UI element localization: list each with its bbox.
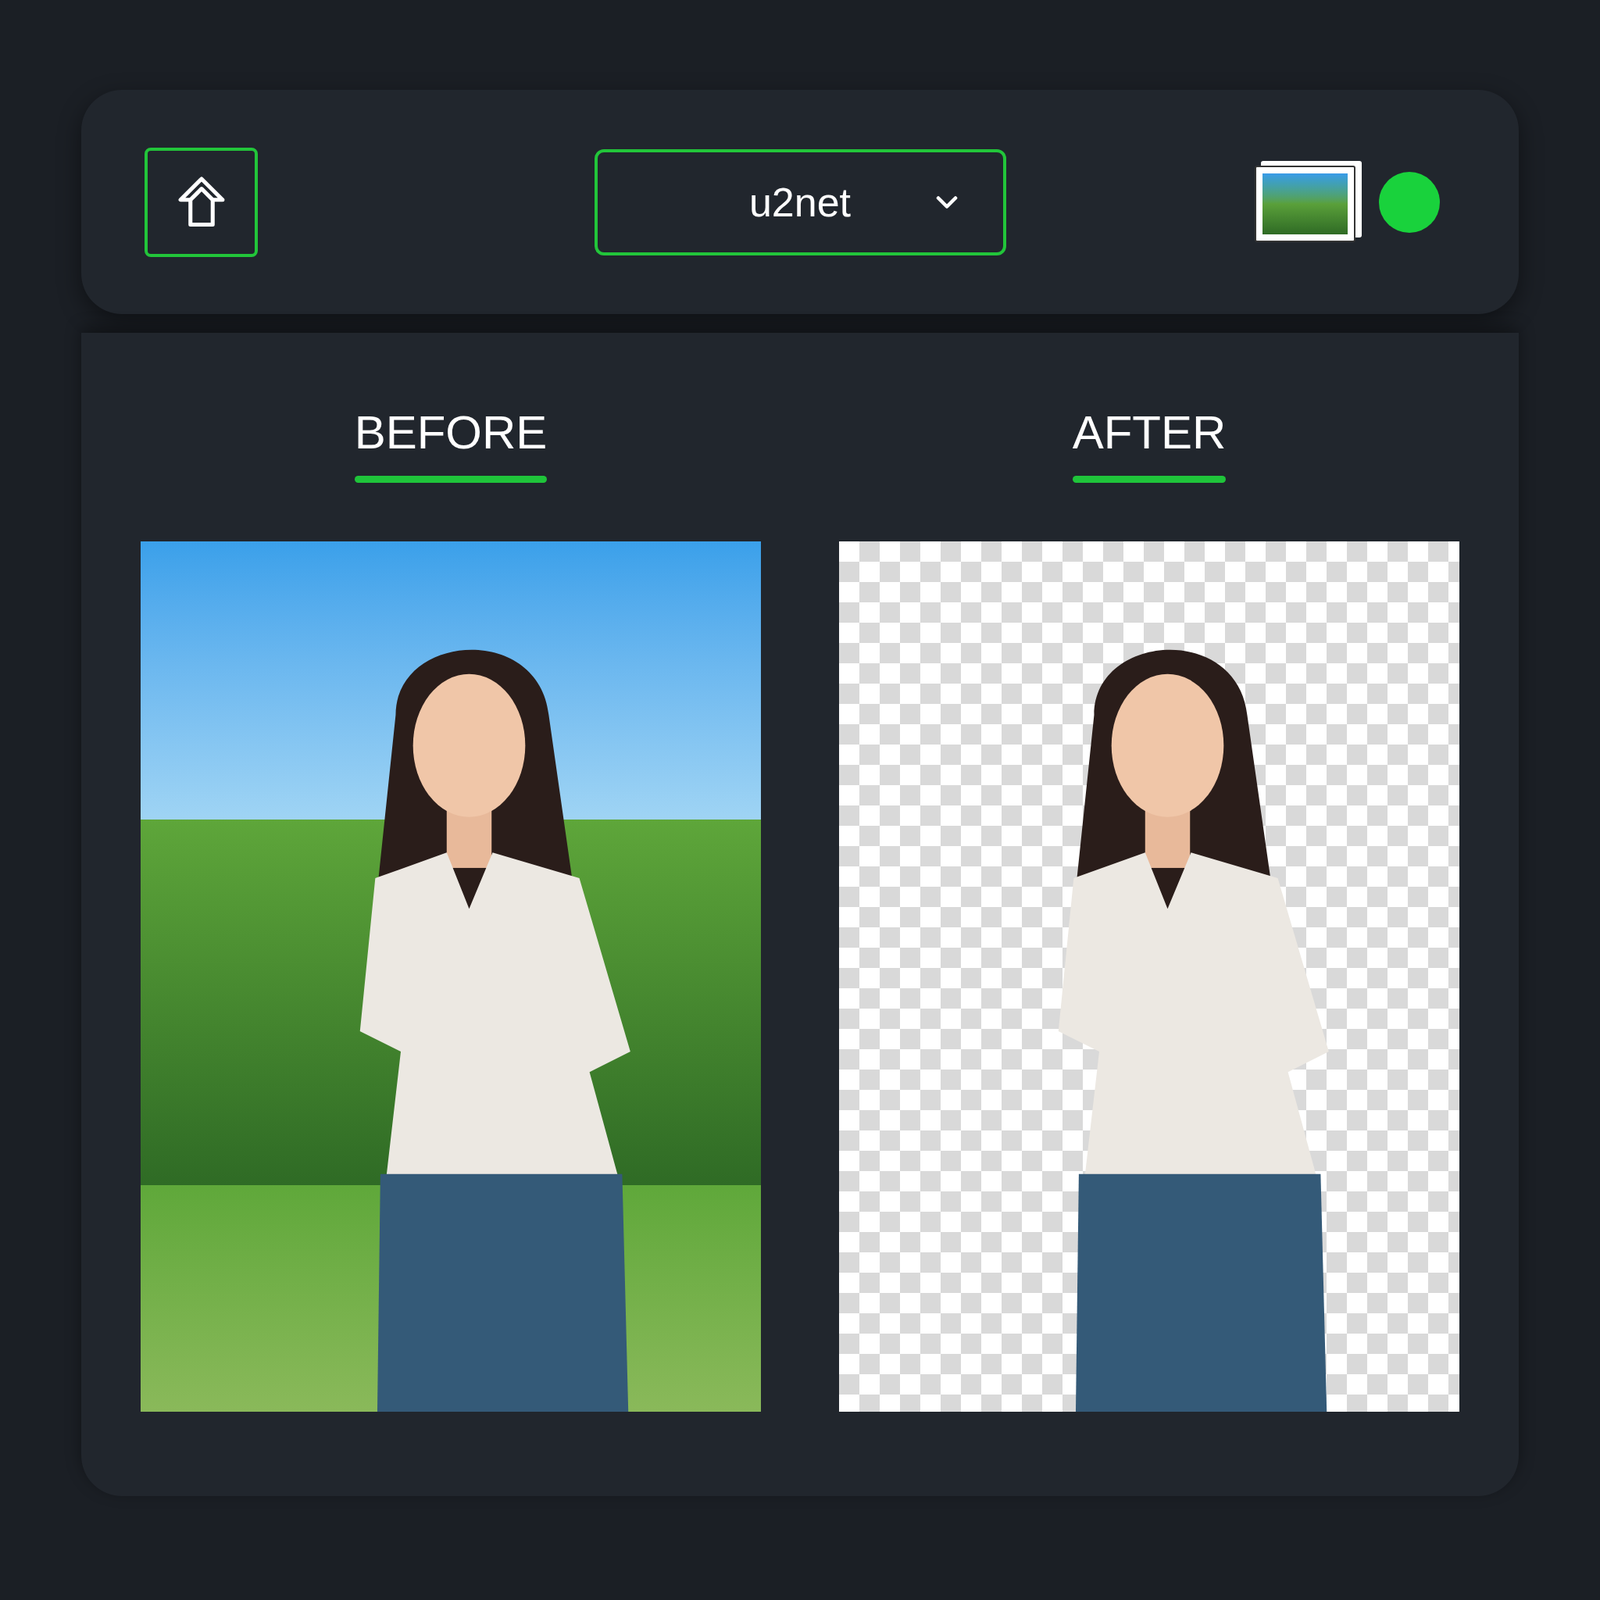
status-dot [1378,171,1440,233]
comparison-panel: BEFORE AFTER [81,332,1519,1497]
label-underline [1072,475,1227,483]
model-dropdown[interactable]: u2net [594,149,1007,256]
comparison-column: AFTER [839,404,1460,1497]
label-underline [354,475,548,483]
home-icon [171,172,232,233]
transparent-result [839,541,1460,1412]
toolbar: u2net [81,89,1519,315]
original-photo [140,541,761,1412]
gallery-icon[interactable] [1254,160,1362,243]
person-figure [839,541,1460,1412]
app: u2net BEFORE AFTER [0,0,1600,1600]
model-value: u2net [749,171,851,233]
home-button[interactable] [144,147,258,258]
column-label: AFTER [1072,404,1227,483]
person-figure [140,541,761,1412]
column-label: BEFORE [354,404,548,483]
comparison-column: BEFORE [140,404,761,1497]
chevron-down-icon [929,185,965,220]
